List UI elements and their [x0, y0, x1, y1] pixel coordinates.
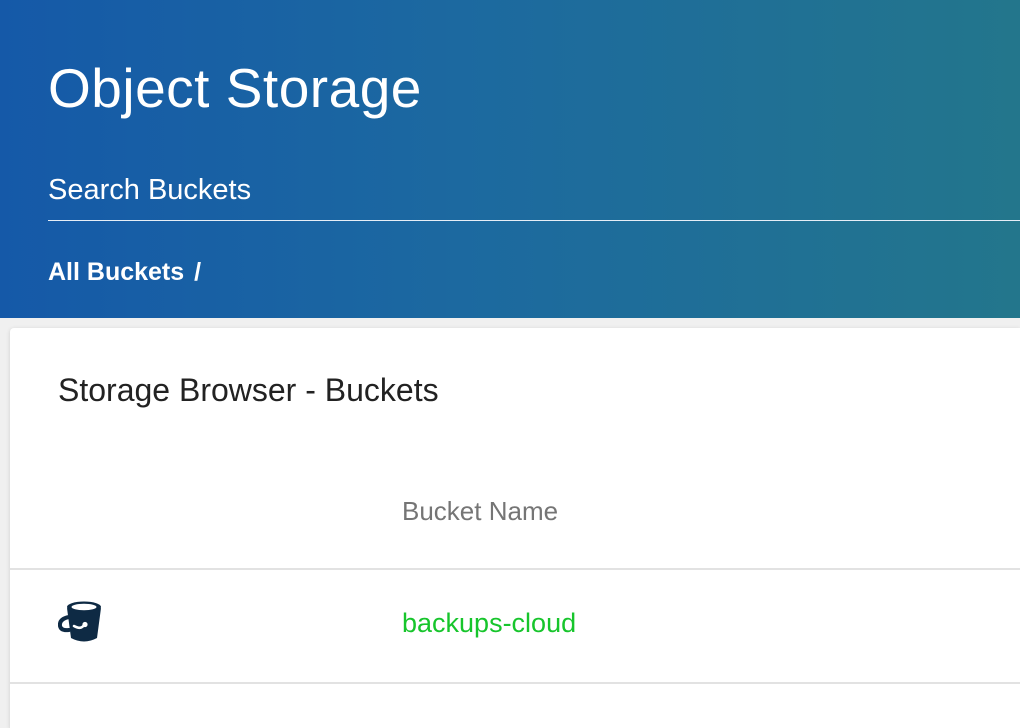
buckets-card: Storage Browser - Buckets Bucket Name ba…: [10, 328, 1020, 728]
bucket-name-link[interactable]: backups-cloud: [402, 608, 576, 639]
table-row[interactable]: backups-cloud: [10, 570, 1020, 682]
card-title: Storage Browser - Buckets: [58, 372, 439, 408]
search-input[interactable]: [48, 170, 1008, 210]
breadcrumb-separator: /: [194, 258, 202, 286]
breadcrumb-all-buckets[interactable]: All Buckets: [48, 258, 184, 286]
bucket-icon: [57, 600, 106, 644]
table-divider: [10, 682, 1020, 684]
search-field[interactable]: [48, 168, 1020, 221]
app-header: Object Storage All Buckets /: [0, 0, 1020, 318]
page-title: Object Storage: [48, 57, 422, 119]
breadcrumb: All Buckets /: [48, 258, 201, 287]
column-header-bucket-name: Bucket Name: [402, 496, 559, 526]
